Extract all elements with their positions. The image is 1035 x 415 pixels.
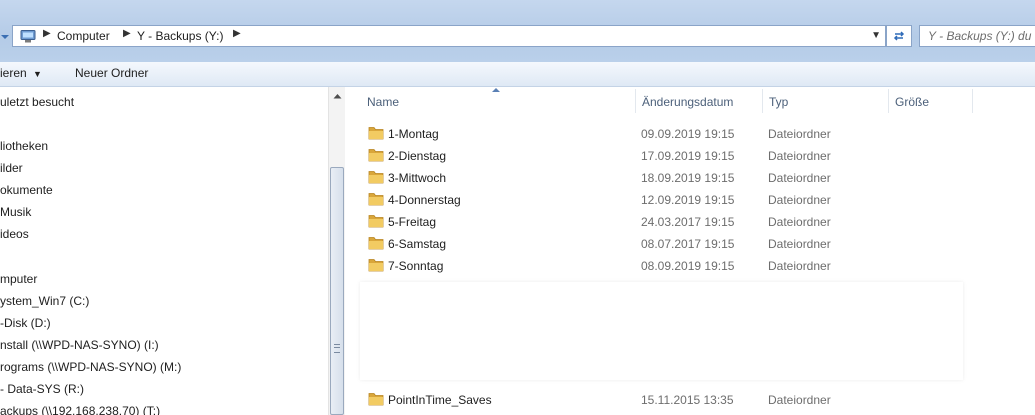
folder-icon [368,257,384,272]
file-type: Dateiordner [768,259,831,273]
organize-menu-button[interactable]: ieren ▼ [0,66,42,80]
file-type: Dateiordner [768,237,831,251]
column-divider[interactable] [635,89,636,113]
nav-item-drive-d[interactable]: -Disk (D:) [0,316,51,330]
file-name: 3-Mittwoch [388,171,447,185]
nav-item-recent-places[interactable]: uletzt besucht [0,95,74,109]
breadcrumb-separator[interactable]: ▶ [233,28,241,39]
refresh-button[interactable] [886,25,912,47]
folder-icon [368,213,384,228]
nav-item-drive-m[interactable]: rograms (\\WPD-NAS-SYNO) (M:) [0,360,181,374]
file-modified-date: 12.09.2019 19:15 [641,193,735,207]
sort-ascending-icon [492,88,500,92]
column-header-name[interactable]: Name [367,87,399,115]
file-modified-date: 24.03.2017 19:15 [641,215,735,229]
computer-icon [20,30,36,43]
nav-item-drive-t[interactable]: ackups (\\192.168.238.70) (T:) [0,404,160,415]
file-type: Dateiordner [768,215,831,229]
redacted-area [360,282,963,380]
back-forward-dropdown-icon[interactable] [0,30,12,44]
file-row[interactable]: 3-Mittwoch 18.09.2019 19:15 Dateiordner [345,166,1035,188]
chevron-up-icon [333,93,341,98]
nav-item-libraries[interactable]: liotheken [0,139,48,153]
file-row[interactable]: 1-Montag 09.09.2019 19:15 Dateiordner [345,122,1035,144]
folder-icon [368,169,384,184]
column-divider[interactable] [762,89,763,113]
scroll-thumb[interactable] [330,167,344,415]
folder-icon [368,147,384,162]
folder-icon [368,125,384,140]
column-header-type[interactable]: Typ [769,87,788,115]
address-history-dropdown-icon[interactable]: ▼ [871,30,881,41]
file-type: Dateiordner [768,127,831,141]
file-row[interactable]: 2-Dienstag 17.09.2019 19:15 Dateiordner [345,144,1035,166]
nav-item-drive-i[interactable]: nstall (\\WPD-NAS-SYNO) (I:) [0,338,159,352]
command-toolbar: ieren ▼ Neuer Ordner [0,62,1035,87]
file-type: Dateiordner [768,171,831,185]
file-row[interactable]: 6-Samstag 08.07.2017 19:15 Dateiordner [345,232,1035,254]
column-divider[interactable] [888,89,889,113]
address-bar[interactable]: ▶ Computer ▶ Y - Backups (Y:) ▶ ▼ [12,25,886,47]
file-row[interactable]: PointInTime_Saves 15.11.2015 13:35 Dateior… [345,388,1035,410]
file-row[interactable]: 7-Sonntag 08.09.2019 19:15 Dateiordner [345,254,1035,276]
file-type: Dateiordner [768,393,831,407]
file-type: Dateiordner [768,193,831,207]
file-name: 4-Donnerstag [388,193,461,207]
folder-icon [368,391,384,406]
breadcrumb-separator[interactable]: ▶ [43,28,51,39]
folder-icon [368,191,384,206]
navigation-scrollbar[interactable] [328,87,345,415]
navigation-pane: uletzt besucht liotheken ilder okumente … [0,87,328,415]
file-name: 1-Montag [388,127,439,141]
file-modified-date: 08.09.2019 19:15 [641,259,735,273]
nav-item-drive-c[interactable]: ystem_Win7 (C:) [0,294,89,308]
search-input[interactable] [920,26,1035,46]
file-modified-date: 17.09.2019 19:15 [641,149,735,163]
file-name: 6-Samstag [388,237,447,251]
nav-item-videos[interactable]: ideos [0,227,29,241]
column-divider[interactable] [972,89,973,113]
chevron-down-icon: ▼ [33,69,42,79]
file-modified-date: 09.09.2019 19:15 [641,127,735,141]
file-modified-date: 15.11.2015 13:35 [641,393,734,407]
file-row[interactable]: 5-Freitag 24.03.2017 19:15 Dateiordner [345,210,1035,232]
column-header-size[interactable]: Größe [895,87,929,115]
nav-item-documents[interactable]: okumente [0,183,53,197]
breadcrumb-computer[interactable]: Computer [57,29,110,43]
nav-item-music[interactable]: Musik [0,205,31,219]
breadcrumb-drive[interactable]: Y - Backups (Y:) [137,29,223,43]
search-box[interactable] [919,25,1035,47]
column-header-modified[interactable]: Änderungsdatum [642,87,733,115]
file-name: PointInTime_Saves [388,393,492,407]
file-modified-date: 18.09.2019 19:15 [641,171,735,185]
organize-label: ieren [0,66,27,80]
nav-item-drive-r[interactable]: - Data-SYS (R:) [0,382,84,396]
file-type: Dateiordner [768,149,831,163]
scroll-up-button[interactable] [329,87,345,104]
scroll-grip-icon [334,344,340,353]
refresh-icon [893,31,905,41]
breadcrumb-separator[interactable]: ▶ [123,28,131,39]
file-modified-date: 08.07.2017 19:15 [641,237,735,251]
nav-item-pictures[interactable]: ilder [0,161,23,175]
file-name: 7-Sonntag [388,259,444,273]
nav-item-computer[interactable]: mputer [0,272,37,286]
file-name: 2-Dienstag [388,149,447,163]
folder-icon [368,235,384,250]
file-name: 5-Freitag [388,215,437,229]
file-row[interactable]: 4-Donnerstag 12.09.2019 19:15 Dateiordner [345,188,1035,210]
new-folder-button[interactable]: Neuer Ordner [75,66,148,80]
